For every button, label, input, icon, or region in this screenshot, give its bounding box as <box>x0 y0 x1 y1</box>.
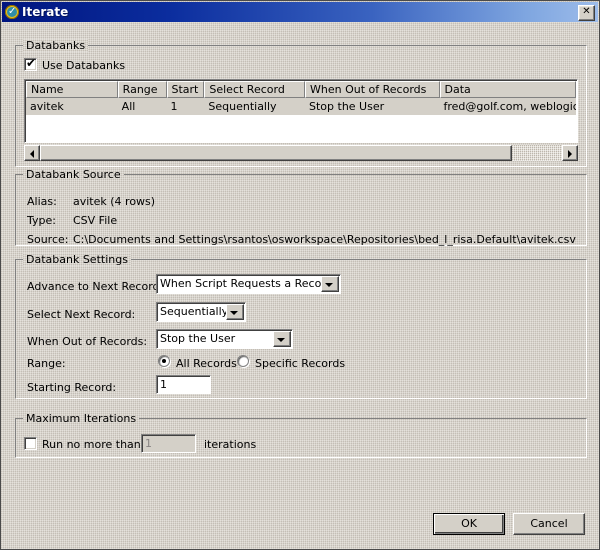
title-bar: ✓ Iterate ✕ <box>2 2 598 22</box>
iterations-input[interactable]: 1 <box>141 434 196 453</box>
advance-to-next-record-label: Advance to Next Record: <box>27 280 164 293</box>
use-databanks-label: Use Databanks <box>42 59 126 72</box>
cell-range: All <box>121 100 136 113</box>
alias-label: Alias: <box>27 195 57 208</box>
checkbox-checkmark: ✔ <box>26 56 37 70</box>
range-label: Range: <box>27 357 66 370</box>
chevron-down-icon[interactable] <box>273 331 291 347</box>
column-header-select-record[interactable]: Select Record <box>204 81 305 98</box>
select-next-record-select[interactable]: Sequentially <box>156 302 246 322</box>
scrollbar-track[interactable] <box>40 145 562 161</box>
range-all-records-label: All Records <box>176 357 237 370</box>
table-header-row: Name Range Start Select Record When Out … <box>26 81 576 98</box>
type-label: Type: <box>27 214 56 227</box>
source-value: C:\Documents and Settings\rsantos\oswork… <box>73 233 576 246</box>
scrollbar-thumb[interactable] <box>40 145 512 161</box>
source-label: Source: <box>27 233 69 246</box>
cancel-button[interactable]: Cancel <box>513 513 585 535</box>
chevron-down-icon[interactable] <box>226 304 244 320</box>
column-header-start[interactable]: Start <box>166 81 205 98</box>
range-all-records-radio[interactable] <box>158 355 170 367</box>
maximum-iterations-group-title: Maximum Iterations <box>23 412 139 425</box>
databanks-group-title: Databanks <box>23 39 88 52</box>
iterations-label: iterations <box>204 438 257 451</box>
select-next-record-label: Select Next Record: <box>27 308 136 321</box>
column-header-name[interactable]: Name <box>26 81 118 98</box>
iterate-badge-icon: ✓ <box>5 5 19 19</box>
use-databanks-checkbox[interactable]: ✔ <box>24 56 37 71</box>
chevron-down-icon[interactable] <box>321 276 339 292</box>
starting-record-input[interactable]: 1 <box>156 375 211 394</box>
range-specific-records-radio[interactable] <box>237 355 249 367</box>
cell-when-out: Stop the User <box>309 100 385 113</box>
databank-source-group-title: Databank Source <box>23 168 124 181</box>
window-title: Iterate <box>22 5 69 19</box>
table-horizontal-scrollbar[interactable] <box>24 145 578 161</box>
close-icon[interactable]: ✕ <box>578 5 595 21</box>
scroll-right-icon[interactable] <box>562 145 578 161</box>
when-out-of-records-value: Stop the User <box>160 332 236 345</box>
advance-to-next-record-value: When Script Requests a Record <box>160 277 333 290</box>
ok-button[interactable]: OK <box>433 513 505 535</box>
starting-record-label: Starting Record: <box>27 381 117 394</box>
cell-name: avitek <box>30 100 64 113</box>
run-no-more-than-label: Run no more than <box>42 438 141 451</box>
cell-start: 1 <box>170 100 178 113</box>
run-no-more-than-checkbox[interactable] <box>24 437 37 450</box>
column-header-range[interactable]: Range <box>117 81 167 98</box>
when-out-of-records-select[interactable]: Stop the User <box>156 329 293 349</box>
select-next-record-value: Sequentially <box>160 305 229 318</box>
type-value: CSV File <box>73 214 118 227</box>
when-out-of-records-label: When Out of Records: <box>27 335 148 348</box>
table-row[interactable]: avitek All 1 Sequentially Stop the User … <box>26 98 576 115</box>
radio-dot <box>162 359 166 363</box>
databanks-table[interactable]: Name Range Start Select Record When Out … <box>24 79 578 143</box>
column-header-data[interactable]: Data <box>439 81 576 98</box>
table-body: avitek All 1 Sequentially Stop the User … <box>26 98 576 116</box>
column-header-when-out[interactable]: When Out of Records <box>305 81 440 98</box>
alias-value: avitek (4 rows) <box>73 195 156 208</box>
cell-data: fred@golf.com, weblogic <box>443 100 577 113</box>
advance-to-next-record-select[interactable]: When Script Requests a Record <box>156 274 341 294</box>
databank-settings-group-title: Databank Settings <box>23 253 131 266</box>
scroll-left-icon[interactable] <box>24 145 40 161</box>
cell-select-record: Sequentially <box>208 100 277 113</box>
iterate-dialog: ✓ Iterate ✕ Databanks ✔ Use Databanks Na… <box>0 0 600 550</box>
range-specific-records-label: Specific Records <box>255 357 346 370</box>
